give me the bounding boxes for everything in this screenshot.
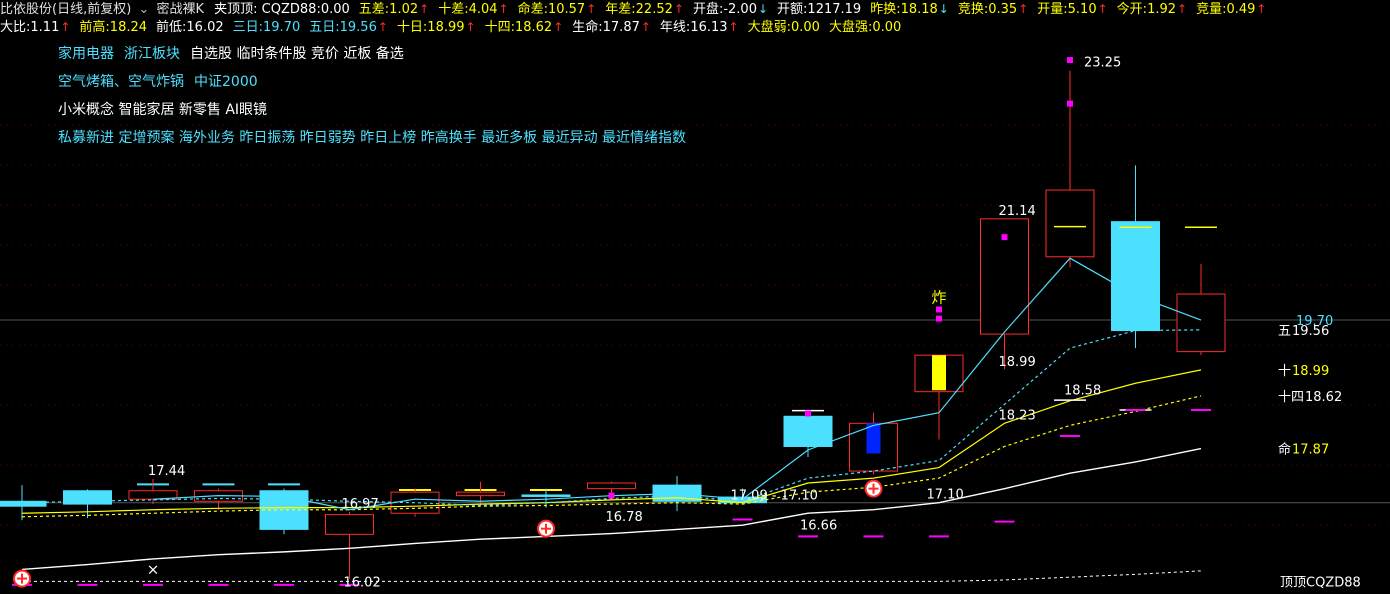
marker-square: [1067, 57, 1073, 64]
annotation-mark: 炸: [931, 288, 946, 306]
price-label: 16.66: [800, 519, 837, 534]
right-value-label: 顶顶CQZD88: [1280, 575, 1361, 590]
ma-prefix-label: 十: [1278, 364, 1291, 379]
candle-body: [1111, 221, 1160, 332]
candle-body: [1045, 189, 1095, 258]
candlestick-chart: × 炸 17.44 16.97 16.02 16.78 17.09 - 17.10 16.66…: [0, 56, 1390, 591]
marker-square: [608, 492, 615, 499]
price-label: 16.02: [344, 576, 381, 591]
ma3-line: [152, 257, 1202, 511]
price-label: 23.25: [1084, 56, 1121, 71]
price-label: 21.14: [999, 204, 1036, 219]
candle-body: [1176, 293, 1226, 353]
ma-prefix-label: 十四: [1278, 390, 1304, 405]
marker-square: [1067, 100, 1073, 107]
year-line: [22, 570, 1202, 582]
candle-body: [390, 491, 440, 514]
price-label: 18.99: [999, 355, 1036, 370]
marker-square: [805, 410, 811, 417]
price-label: 18.23: [999, 408, 1036, 423]
price-label: 16.78: [606, 510, 643, 525]
candle-body: [587, 482, 636, 490]
right-value-label: 18.99: [1292, 364, 1329, 379]
price-label: 17.44: [148, 464, 185, 479]
candle-body: [325, 514, 374, 535]
right-value-label: 17.87: [1292, 443, 1329, 458]
right-value-label: 19.56: [1292, 324, 1329, 339]
candle-body: [783, 415, 833, 447]
right-value-label: 18.62: [1305, 390, 1342, 405]
marker-square: [936, 315, 942, 322]
candle-body: [521, 494, 571, 497]
price-label: 17.10: [927, 488, 964, 503]
marker-square: [1001, 234, 1008, 241]
special-body: [932, 355, 946, 391]
candle-body: [456, 491, 505, 497]
annotation-mark: ×: [147, 560, 160, 578]
price-label: 17.09 - 17.10: [731, 488, 818, 503]
price-label: 18.58: [1064, 384, 1101, 399]
candle-body: [0, 500, 47, 507]
marker-square: [936, 306, 942, 313]
ma-prefix-label: 命: [1278, 442, 1291, 458]
ma-prefix-label: 五: [1278, 324, 1291, 339]
price-label: 16.97: [342, 497, 379, 512]
